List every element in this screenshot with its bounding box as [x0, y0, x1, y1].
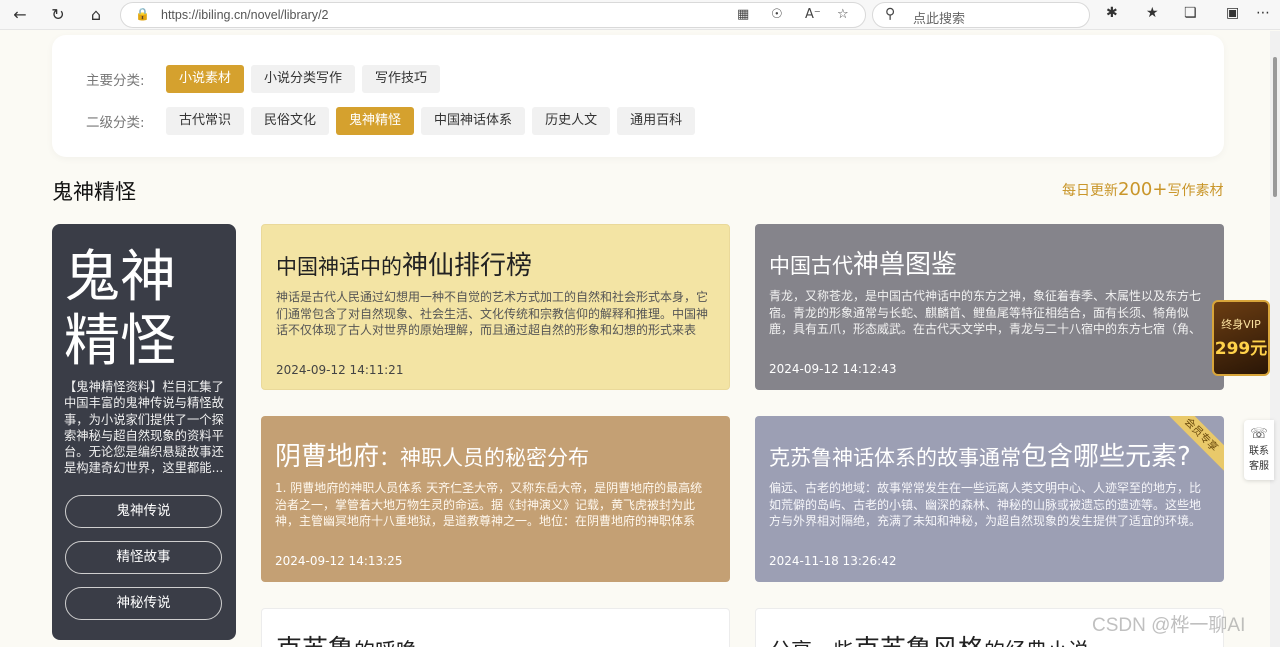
chip-genre-writing[interactable]: 小说分类写作: [251, 65, 356, 93]
home-icon[interactable]: ⌂: [84, 3, 108, 27]
card-excerpt: 1. 阴曹地府的神职人员体系 天齐仁圣大帝，又称东岳大帝，是阴曹地府的最高统治者…: [275, 481, 703, 528]
daily-count: 200+: [1118, 179, 1168, 200]
hero-big-title: 鬼神精怪: [64, 245, 176, 374]
card-title-part: 克苏鲁神话体系的故事通常: [769, 446, 1021, 470]
category-filter-panel: 主要分类: 小说素材 小说分类写作 写作技巧 二级分类: 古代常识 民俗文化 鬼…: [52, 35, 1224, 157]
card-timestamp: 2024-09-12 14:13:25: [275, 554, 403, 568]
read-aloud-icon[interactable]: A⁻: [805, 7, 821, 22]
category-hero-panel: 鬼神精怪 【鬼神精怪资料】栏目汇集了中国丰富的鬼神传说与精怪故事，为小说家们提供…: [52, 224, 236, 640]
address-bar[interactable]: 🔒 https://ibiling.cn/novel/library/2 ▦ ☉…: [120, 2, 866, 28]
card-timestamp: 2024-09-12 14:11:21: [276, 363, 404, 377]
card-title: 中国神话中的神仙排行榜: [276, 245, 715, 282]
daily-suffix: 写作素材: [1167, 183, 1224, 199]
vip-price: 299元: [1214, 339, 1268, 359]
section-title-text: 鬼神精怪: [52, 180, 136, 204]
refresh-icon[interactable]: ↻: [46, 3, 70, 27]
customer-service-button[interactable]: ☏ 联系 客服: [1244, 420, 1274, 480]
chip-ghosts-spirits[interactable]: 鬼神精怪: [336, 107, 415, 135]
card-timestamp: 2024-11-18 13:26:42: [769, 554, 897, 568]
csdn-watermark: CSDN @桦一聊AI: [1092, 615, 1246, 636]
chip-general-encyclopedia[interactable]: 通用百科: [617, 107, 696, 135]
card-timestamp: 2024-09-12 14:12:43: [769, 362, 897, 376]
search-icon: ⚲: [885, 6, 896, 22]
secondary-category-label: 二级分类:: [86, 115, 145, 131]
lifetime-vip-promo[interactable]: 终身VIP 299元: [1212, 300, 1270, 376]
url-text[interactable]: https://ibiling.cn/novel/library/2: [161, 8, 328, 22]
service-label-2: 客服: [1249, 461, 1269, 472]
card-title-part: 的呼唤: [354, 639, 417, 647]
chip-folk-culture[interactable]: 民俗文化: [251, 107, 330, 135]
daily-prefix: 每日更新: [1062, 183, 1118, 199]
page-content: 主要分类: 小说素材 小说分类写作 写作技巧 二级分类: 古代常识 民俗文化 鬼…: [0, 31, 1270, 647]
search-placeholder: 点此搜索: [913, 12, 966, 27]
section-title: 鬼神精怪: [52, 176, 136, 206]
sidebar-icon[interactable]: ▣: [1226, 5, 1239, 21]
browser-toolbar: ← ↻ ⌂ 🔒 https://ibiling.cn/novel/library…: [0, 0, 1280, 30]
article-card[interactable]: 克苏鲁神话体系的故事通常包含哪些元素? 偏远、古老的地域：故事常常发生在一些远离…: [755, 416, 1224, 582]
card-title-emphasis: 包含哪些元素?: [1021, 442, 1191, 472]
more-menu-icon[interactable]: ⋯: [1256, 5, 1270, 21]
vip-label: 终身VIP: [1221, 318, 1261, 331]
service-label-1: 联系: [1249, 446, 1269, 457]
chip-novel-material[interactable]: 小说素材: [166, 65, 245, 93]
primary-category-label: 主要分类:: [86, 73, 145, 89]
card-title-emphasis: 克苏鲁: [276, 635, 354, 647]
card-title: 阴曹地府：神职人员的秘密分布: [275, 436, 716, 473]
spirit-story-button[interactable]: 精怪故事: [65, 541, 222, 574]
card-title: 中国古代神兽图鉴: [769, 244, 1210, 281]
translate-icon[interactable]: ☉: [771, 7, 783, 22]
article-card[interactable]: 中国神话中的神仙排行榜 神话是古代人民通过幻想用一种不自觉的艺术方式加工的自然和…: [261, 224, 730, 390]
favorites-icon[interactable]: ★: [1146, 5, 1159, 21]
card-title: 克苏鲁神话体系的故事通常包含哪些元素?: [769, 436, 1210, 473]
card-title-part: 中国古代: [769, 254, 853, 278]
mystery-legend-button[interactable]: 神秘传说: [65, 587, 222, 620]
card-title-part: 的经典小说: [984, 639, 1089, 647]
card-title: 克苏鲁的呼唤: [276, 629, 715, 647]
card-title-part: ：神职人员的秘密分布: [379, 446, 590, 470]
primary-category-row: 主要分类: 小说素材 小说分类写作 写作技巧: [86, 65, 447, 93]
ghost-legend-button[interactable]: 鬼神传说: [65, 495, 222, 528]
card-excerpt: 偏远、古老的地域：故事常常发生在一些远离人类文明中心、人迹罕至的地方，比如荒僻的…: [769, 481, 1202, 528]
card-title-emphasis: 神兽图鉴: [853, 250, 958, 280]
daily-update-note: 每日更新200+写作素材: [1062, 179, 1223, 200]
hero-description: 【鬼神精怪资料】栏目汇集了中国丰富的鬼神传说与精怪故事，为小说家们提供了一个探索…: [64, 380, 224, 476]
chip-chinese-mythology[interactable]: 中国神话体系: [421, 107, 526, 135]
article-card[interactable]: 中国古代神兽图鉴 青龙，又称苍龙，是中国古代神话中的东方之神，象征着春季、木属性…: [755, 224, 1224, 390]
article-card[interactable]: 阴曹地府：神职人员的秘密分布 1. 阴曹地府的神职人员体系 天齐仁圣大帝，又称东…: [261, 416, 730, 582]
card-excerpt: 青龙，又称苍龙，是中国古代神话中的东方之神，象征着春季、木属性以及东方七宿。青龙…: [769, 289, 1202, 336]
card-title-part: 中国神话中的: [276, 255, 402, 279]
card-title-part: 分享一些: [770, 639, 854, 647]
card-title-emphasis: 阴曹地府: [275, 442, 380, 472]
collections-icon[interactable]: ❏: [1184, 5, 1197, 21]
chip-writing-skills[interactable]: 写作技巧: [362, 65, 441, 93]
article-card[interactable]: 克苏鲁的呼唤: [261, 608, 730, 647]
extensions-icon[interactable]: ✱: [1106, 5, 1118, 21]
chip-ancient-knowledge[interactable]: 古代常识: [166, 107, 245, 135]
card-title-emphasis: 神仙排行榜: [402, 251, 533, 281]
favorite-star-icon[interactable]: ☆: [837, 7, 849, 22]
secondary-category-row: 二级分类: 古代常识 民俗文化 鬼神精怪 中国神话体系 历史人文 通用百科: [86, 107, 702, 135]
headset-icon: ☏: [1250, 426, 1268, 442]
chip-history-humanities[interactable]: 历史人文: [532, 107, 611, 135]
lock-icon: 🔒: [135, 7, 150, 21]
scrollbar-thumb[interactable]: [1273, 57, 1277, 197]
search-box[interactable]: ⚲ 点此搜索: [872, 2, 1090, 28]
back-arrow-icon[interactable]: ←: [8, 3, 32, 27]
card-excerpt: 神话是古代人民通过幻想用一种不自觉的艺术方式加工的自然和社会形式本身，它们通常包…: [276, 290, 709, 337]
page-scrollbar[interactable]: [1270, 31, 1280, 647]
reader-view-icon[interactable]: ▦: [737, 7, 749, 22]
card-title-emphasis: 克苏鲁风格: [854, 635, 984, 647]
